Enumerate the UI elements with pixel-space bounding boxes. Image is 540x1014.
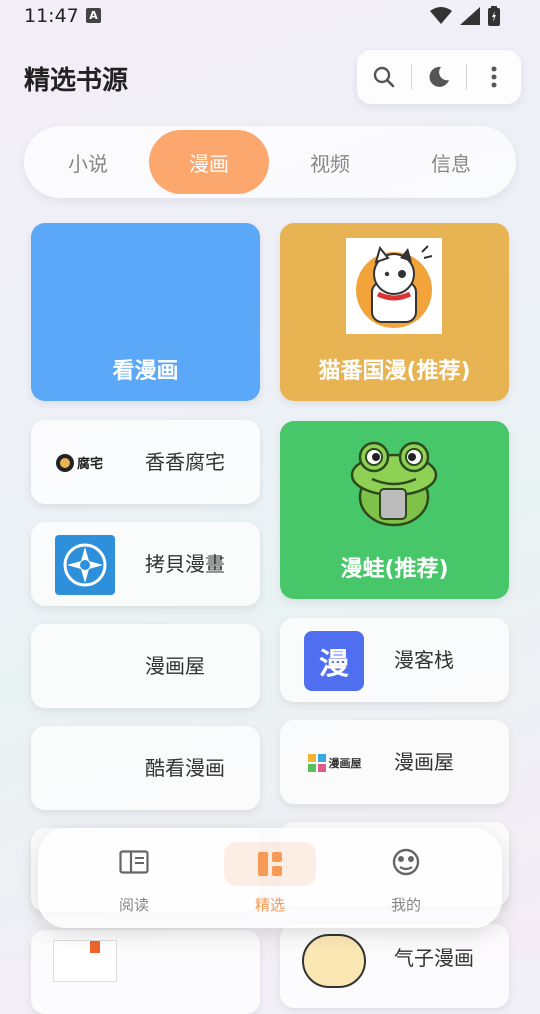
more-vertical-icon bbox=[491, 66, 497, 88]
nav-item-mine[interactable]: 我的 bbox=[346, 828, 466, 928]
source-label: 香香腐宅 bbox=[145, 450, 225, 474]
tab-comic[interactable]: 漫画 bbox=[149, 130, 269, 194]
wifi-icon bbox=[430, 7, 452, 24]
nav-item-featured[interactable]: 精选 bbox=[210, 828, 330, 928]
grid-icon bbox=[258, 852, 282, 876]
category-tabs: 小说 漫画 视频 信息 bbox=[24, 126, 516, 198]
tab-info[interactable]: 信息 bbox=[391, 130, 511, 194]
nav-item-read[interactable]: 阅读 bbox=[74, 828, 194, 928]
moon-icon bbox=[429, 66, 449, 87]
nav-icon-wrap bbox=[224, 842, 316, 886]
page-title: 精选书源 bbox=[24, 66, 129, 96]
more-button[interactable] bbox=[467, 50, 521, 104]
search-button[interactable] bbox=[357, 50, 411, 104]
nav-label: 阅读 bbox=[118, 896, 149, 914]
notification-badge: A bbox=[86, 8, 101, 23]
source-card-xiangxiang[interactable]: 腐宅 香香腐宅 bbox=[31, 420, 260, 504]
manhuawu-logo-text: 漫画屋 bbox=[328, 757, 362, 770]
source-label: 漫蛙(推荐) bbox=[340, 557, 449, 582]
signal-icon bbox=[460, 7, 480, 25]
header-toolbar bbox=[357, 50, 521, 104]
mankezhan-logo: 漫 bbox=[304, 631, 364, 691]
source-label: 漫客栈 bbox=[394, 648, 454, 672]
source-label: 拷貝漫畫 bbox=[145, 552, 225, 576]
theme-toggle-button[interactable] bbox=[412, 50, 466, 104]
mankezhan-logo-text: 漫 bbox=[319, 647, 349, 682]
cat-logo-icon bbox=[356, 245, 433, 328]
status-bar: 11:47 A bbox=[0, 0, 540, 34]
source-label: 酷看漫画 bbox=[145, 756, 225, 780]
source-label: 漫画屋 bbox=[145, 654, 205, 678]
profile-icon bbox=[392, 848, 420, 876]
nav-icon-wrap bbox=[382, 844, 430, 880]
source-card-manhuawu-1[interactable]: 漫画屋 bbox=[31, 624, 260, 708]
source-card-manwa[interactable]: 漫蛙(推荐) bbox=[280, 421, 509, 599]
source-card-mankezhan[interactable]: 漫 漫客栈 bbox=[280, 618, 509, 702]
battery-icon bbox=[488, 6, 500, 26]
source-card-partial-right[interactable]: 气子漫画 bbox=[280, 924, 509, 1008]
manhuawu-logo-icon bbox=[307, 754, 326, 772]
source-label: 气子漫画 bbox=[394, 946, 474, 970]
nav-label: 我的 bbox=[390, 896, 421, 914]
source-label: 看漫画 bbox=[112, 359, 179, 384]
source-card-kaobei[interactable]: 拷貝漫畫 bbox=[31, 522, 260, 606]
xiangxiang-logo: 腐宅 bbox=[55, 433, 115, 493]
book-icon bbox=[119, 850, 149, 874]
source-card-maofan[interactable]: 猫番国漫(推荐) bbox=[280, 223, 509, 401]
source-card-manhuawu-2[interactable]: 漫画屋 漫画屋 bbox=[280, 720, 509, 804]
maofan-logo bbox=[346, 238, 442, 334]
kaobei-logo-icon bbox=[63, 543, 107, 587]
nav-icon-wrap bbox=[110, 844, 158, 880]
source-card-kukan[interactable]: 酷看漫画 bbox=[31, 726, 260, 810]
bookmark-icon bbox=[90, 941, 100, 953]
source-card-kanmanhua[interactable]: 看漫画 bbox=[31, 223, 260, 401]
status-icons bbox=[430, 6, 500, 26]
status-time: 11:47 bbox=[24, 5, 79, 27]
partial-logo bbox=[302, 934, 366, 988]
kaobei-logo bbox=[55, 535, 115, 595]
frog-logo-icon bbox=[350, 441, 438, 527]
partial-logo bbox=[53, 940, 117, 982]
bottom-nav: 阅读 精选 我的 bbox=[38, 828, 502, 928]
source-label: 漫画屋 bbox=[394, 750, 454, 774]
xiangxiang-logo-text: 腐宅 bbox=[77, 457, 104, 472]
tab-video[interactable]: 视频 bbox=[270, 130, 390, 194]
source-card-partial-left[interactable] bbox=[31, 930, 260, 1014]
manhuawu-logo: 漫画屋 bbox=[304, 733, 364, 793]
search-icon bbox=[373, 66, 395, 88]
tab-novel[interactable]: 小说 bbox=[28, 130, 148, 194]
source-label: 猫番国漫(推荐) bbox=[318, 359, 471, 384]
nav-label: 精选 bbox=[254, 896, 285, 914]
